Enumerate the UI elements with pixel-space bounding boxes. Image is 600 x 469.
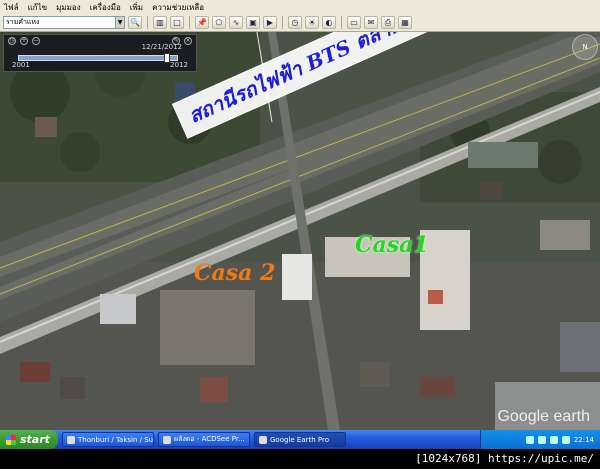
toolbar: รามคำแหง ▼ 🔍 ▥ □ 📌 ⬠ ∿ ▣ ▶ ◷ ☀ ◐ ▭ ✉ ⎙ ▦ [0,14,600,32]
search-input-value: รามคำแหง [6,18,40,26]
toolbar-separator [189,16,190,29]
search-dropdown-icon[interactable]: ▼ [115,17,124,28]
zoom-out-icon[interactable]: − [32,37,40,45]
google-earth-icon [259,435,267,444]
polygon-icon[interactable]: ⬠ [212,16,226,29]
google-earth-logo: Google earth [497,408,590,425]
time-slider-start-year: 2001 [12,61,30,69]
placemark-icon[interactable]: 📌 [195,16,209,29]
print-icon[interactable]: ⎙ [381,16,395,29]
task-thonburi[interactable]: Thonburi / Taksin / Su... [62,432,154,447]
time-slider-thumb[interactable] [164,53,170,63]
sidebar-icon[interactable]: ▥ [153,16,167,29]
task-label: Thonburi / Taksin / Su... [78,435,154,444]
task-acdsee[interactable]: ผลังดอ - ACDSee Pr... [158,432,250,447]
clock-icon[interactable]: ◷ [8,37,16,45]
sun-icon[interactable]: ☀ [305,16,319,29]
time-slider-date: 12/21/2012 [141,43,182,51]
menu-add[interactable]: เพิ่ม [130,1,143,14]
system-tray: 22:14 [480,430,600,449]
start-button[interactable]: start [0,430,58,449]
browser-icon [67,435,75,444]
casa2-label: Casa 2 [194,260,276,286]
toolbar-separator [341,16,342,29]
menu-file[interactable]: ไฟล์ [4,1,19,14]
satellite-imagery [0,32,600,430]
volume-icon[interactable] [537,435,546,444]
image-caption: [1024x768] https://upic.me/ [0,449,600,469]
search-input[interactable]: รามคำแหง ▼ [3,16,125,29]
path-icon[interactable]: ∿ [229,16,243,29]
windows-flag-icon [6,434,16,445]
ruler-icon[interactable]: ▭ [347,16,361,29]
network-icon[interactable] [525,435,534,444]
menu-help[interactable]: ความช่วยเหลือ [152,1,204,14]
start-label: start [20,433,50,446]
image-overlay-icon[interactable]: ▣ [246,16,260,29]
close-icon[interactable]: × [184,37,192,45]
time-slider-end-year: 2012 [170,61,188,69]
casa1-label: Casa1 [355,232,429,258]
view-maps-icon[interactable]: ▦ [398,16,412,29]
time-slider[interactable]: ◷ + − ✎ × 12/21/2012 2001 2012 [3,34,197,72]
map-view[interactable]: ◷ + − ✎ × 12/21/2012 2001 2012 N สถานีรถ… [0,32,600,430]
zoom-in-icon[interactable]: + [20,37,28,45]
email-icon[interactable]: ✉ [364,16,378,29]
task-label: ผลังดอ - ACDSee Pr... [174,435,245,443]
search-icon[interactable]: 🔍 [128,16,142,29]
taskbar: start Thonburi / Taksin / Su... ผลังดอ -… [0,430,600,449]
toolbar-separator [147,16,148,29]
menu-bar: ไฟล์ แก้ไข มุมมอง เครื่องมือ เพิ่ม ความช… [0,0,600,14]
menu-view[interactable]: มุมมอง [56,1,81,14]
planets-icon[interactable]: ◐ [322,16,336,29]
security-icon[interactable] [549,435,558,444]
task-label: Google Earth Pro [270,435,330,444]
task-google-earth[interactable]: Google Earth Pro [254,432,346,447]
acdsee-icon [163,435,171,444]
clock[interactable]: 22:14 [574,436,594,444]
menu-tools[interactable]: เครื่องมือ [90,1,121,14]
fullscreen-icon[interactable]: □ [170,16,184,29]
time-slider-track[interactable] [18,55,178,61]
menu-edit[interactable]: แก้ไข [28,1,48,14]
update-icon[interactable] [561,435,570,444]
compass-north-label: N [582,43,588,51]
compass-control[interactable]: N [572,34,598,60]
toolbar-separator [282,16,283,29]
history-icon[interactable]: ◷ [288,16,302,29]
tour-icon[interactable]: ▶ [263,16,277,29]
